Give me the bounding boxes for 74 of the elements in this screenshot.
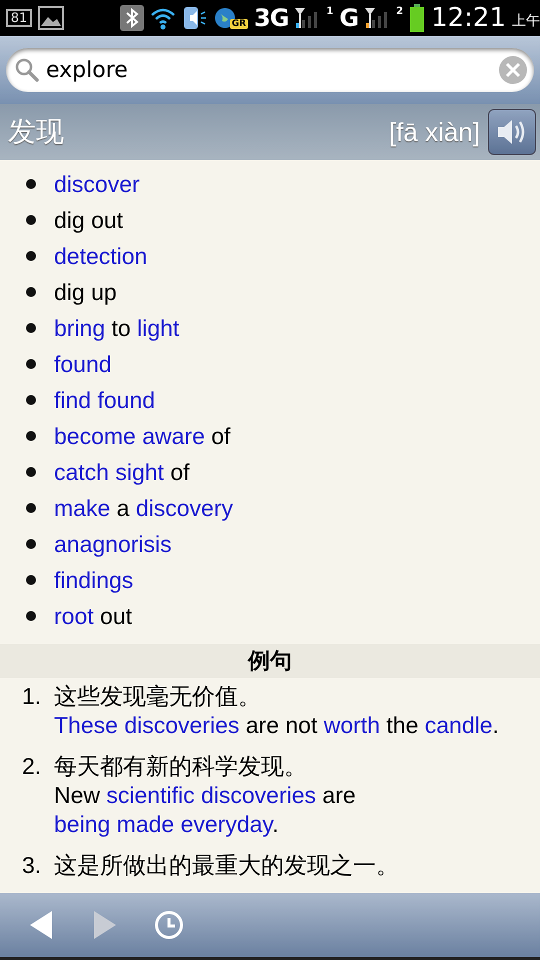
image-icon — [38, 6, 64, 30]
bullet-icon — [26, 539, 36, 549]
plain-text: . — [272, 811, 279, 837]
word-link[interactable]: catch sight — [54, 458, 164, 484]
am-pm-label: 上午 — [512, 12, 540, 30]
bullet-icon — [26, 575, 36, 585]
sim-number: 1 — [326, 6, 334, 17]
back-icon[interactable] — [30, 911, 54, 939]
battery-level-icon: 81 — [6, 9, 32, 27]
bullet-icon — [26, 611, 36, 621]
word-link[interactable]: become aware — [54, 422, 205, 448]
battery-icon — [409, 4, 426, 32]
word-link[interactable]: detection — [54, 242, 148, 268]
word-link[interactable]: being made — [54, 811, 174, 837]
plain-text: are — [321, 782, 356, 808]
bullet-icon — [26, 215, 36, 225]
word-link[interactable]: scientific discoveries — [106, 782, 316, 808]
word-link[interactable]: root — [54, 602, 94, 628]
bullet-icon — [26, 323, 36, 333]
word-link[interactable]: These discoveries — [54, 712, 240, 738]
word-link[interactable]: light — [137, 314, 180, 340]
clock-time: 12:21 — [431, 3, 506, 33]
plain-text: the — [385, 712, 420, 738]
pinyin: [fā xiàn] — [388, 116, 480, 148]
network-type-label: 3G — [254, 4, 288, 32]
word-link[interactable]: anagnorisis — [54, 530, 172, 556]
word-link[interactable]: findings — [54, 566, 134, 592]
headword: 发现 — [8, 114, 65, 150]
word-link[interactable]: discovery — [136, 494, 233, 520]
bullet-icon — [26, 287, 36, 297]
plain-text: to — [110, 314, 132, 340]
sim-number: 2 — [396, 6, 404, 17]
word-link[interactable]: discover — [54, 170, 140, 196]
example-chinese: 这是所做出的最重大的发现之一。 — [54, 851, 400, 880]
plain-text: out — [99, 602, 132, 628]
plain-text: dig up — [54, 278, 117, 304]
bullet-icon — [26, 359, 36, 369]
roaming-badge: GR — [230, 19, 248, 29]
example-number: 2. — [22, 752, 42, 781]
plain-text: New — [54, 782, 102, 808]
plain-text: of — [169, 458, 190, 484]
bullet-icon — [26, 179, 36, 189]
word-link[interactable]: found — [54, 350, 112, 376]
bullet-icon — [26, 431, 36, 441]
plain-text: . — [492, 712, 499, 738]
history-icon[interactable] — [154, 910, 184, 940]
plain-text: dig out — [54, 206, 124, 232]
example-chinese: 每天都有新的科学发现。 — [54, 752, 308, 781]
clear-icon[interactable] — [498, 55, 528, 85]
bluetooth-icon — [120, 5, 144, 31]
example-number: 3. — [22, 851, 42, 880]
word-link[interactable]: candle — [424, 712, 493, 738]
bullet-icon — [26, 251, 36, 261]
phone-speaker-icon — [182, 5, 208, 31]
search-field[interactable]: explore — [6, 48, 534, 92]
word-link[interactable]: worth — [324, 712, 380, 738]
bullet-icon — [26, 503, 36, 513]
section-heading: 例句 — [0, 644, 540, 678]
word-link[interactable]: find found — [54, 386, 156, 412]
bullet-icon — [26, 467, 36, 477]
forward-icon[interactable] — [92, 911, 116, 939]
example-number: 1. — [22, 682, 42, 711]
word-link[interactable]: everyday — [174, 811, 272, 837]
speaker-button[interactable] — [488, 109, 536, 155]
bullet-icon — [26, 395, 36, 405]
word-link[interactable]: bring — [54, 314, 106, 340]
word-link[interactable]: make — [54, 494, 110, 520]
search-icon — [14, 57, 40, 83]
example-chinese: 这些发现毫无价值。 — [54, 682, 262, 711]
plain-text: a — [116, 494, 130, 520]
plain-text: of — [210, 422, 230, 448]
network-type-label: G — [339, 4, 358, 32]
plain-text: are not — [244, 712, 318, 738]
wifi-icon — [150, 6, 176, 30]
